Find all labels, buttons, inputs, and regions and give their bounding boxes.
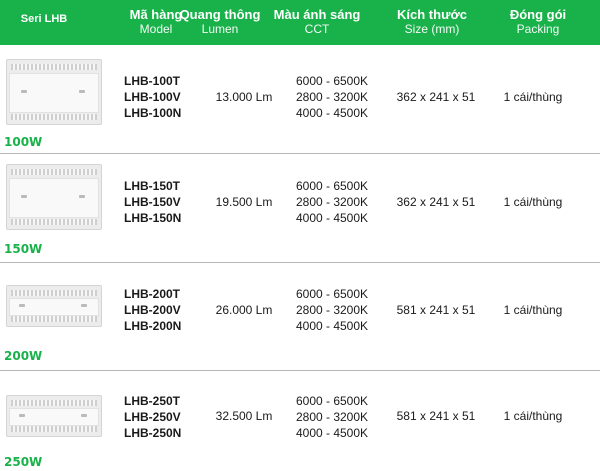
size-value: 362 x 241 x 51 <box>396 90 476 104</box>
packing-value: 1 cái/thùng <box>503 195 563 209</box>
model-code: LHB-100V <box>124 90 181 104</box>
packing-header-en: Packing <box>516 22 560 36</box>
model-list: LHB-150T LHB-150V LHB-150N <box>124 178 202 226</box>
cct-list: 6000 - 6500K 2800 - 3200K 4000 - 4500K <box>283 73 381 121</box>
cct-list: 6000 - 6500K 2800 - 3200K 4000 - 4500K <box>283 178 381 226</box>
model-code: LHB-150V <box>124 195 181 209</box>
model-code: LHB-150N <box>124 211 182 225</box>
model-code: LHB-250T <box>124 394 181 408</box>
cct-header-vi: Màu ánh sáng <box>273 7 361 22</box>
lumen-value: 26.000 Lm <box>215 303 273 317</box>
size-value: 362 x 241 x 51 <box>396 195 476 209</box>
table-row: 200W LHB-200T LHB-200V LHB-200N 26.000 L… <box>0 263 600 371</box>
cct-value: 2800 - 3200K <box>295 303 369 317</box>
size-header-en: Size (mm) <box>404 22 460 36</box>
model-list: LHB-250T LHB-250V LHB-250N <box>124 393 202 441</box>
model-code: LHB-150T <box>124 179 181 193</box>
cct-value: 4000 - 4500K <box>295 106 369 120</box>
cct-value: 6000 - 6500K <box>295 394 369 408</box>
packing-header: Đóng gói Packing <box>493 7 583 37</box>
wattage-label: 150W <box>4 242 43 256</box>
model-code: LHB-250N <box>124 426 182 440</box>
cct-value: 4000 - 4500K <box>295 211 369 225</box>
model-list: LHB-200T LHB-200V LHB-200N <box>124 286 202 334</box>
lumen-header: Quang thông Lumen <box>172 7 268 37</box>
wattage-label: 200W <box>4 349 43 363</box>
model-code: LHB-100N <box>124 106 182 120</box>
highbay-lamp-icon <box>6 164 102 230</box>
size-header-vi: Kích thước <box>397 7 467 22</box>
lumen-value: 32.500 Lm <box>215 409 273 423</box>
highbay-lamp-icon <box>6 285 102 327</box>
packing-value: 1 cái/thùng <box>503 409 563 423</box>
cct-value: 6000 - 6500K <box>295 179 369 193</box>
table-header: Seri LHB Mã hàng Model Quang thông Lumen… <box>0 0 600 45</box>
table-row: 150W LHB-150T LHB-150V LHB-150N 19.500 L… <box>0 154 600 262</box>
lumen-header-en: Lumen <box>201 22 239 36</box>
size-value: 581 x 241 x 51 <box>396 409 476 423</box>
size-value: 581 x 241 x 51 <box>396 303 476 317</box>
model-code: LHB-250V <box>124 410 181 424</box>
lumen-header-vi: Quang thông <box>179 7 261 22</box>
wattage-label: 100W <box>4 135 43 149</box>
model-code: LHB-200N <box>124 319 182 333</box>
series-header: Seri LHB <box>20 13 68 25</box>
cct-value: 2800 - 3200K <box>295 410 369 424</box>
packing-header-vi: Đóng gói <box>509 7 567 22</box>
cct-value: 2800 - 3200K <box>295 90 369 104</box>
table-row: 100W LHB-100T LHB-100V LHB-100N 13.000 L… <box>0 45 600 153</box>
cct-value: 6000 - 6500K <box>295 74 369 88</box>
cct-value: 4000 - 4500K <box>295 319 369 333</box>
cct-header-en: CCT <box>304 22 330 36</box>
cct-header: Màu ánh sáng CCT <box>268 7 366 37</box>
cct-list: 6000 - 6500K 2800 - 3200K 4000 - 4500K <box>283 286 381 334</box>
wattage-label: 250W <box>4 455 43 469</box>
model-code: LHB-200V <box>124 303 181 317</box>
size-header: Kích thước Size (mm) <box>384 7 480 37</box>
packing-value: 1 cái/thùng <box>503 90 563 104</box>
cct-list: 6000 - 6500K 2800 - 3200K 4000 - 4500K <box>283 393 381 441</box>
cct-value: 2800 - 3200K <box>295 195 369 209</box>
lumen-value: 19.500 Lm <box>215 195 273 209</box>
table-row: 250W LHB-250T LHB-250V LHB-250N 32.500 L… <box>0 371 600 471</box>
model-list: LHB-100T LHB-100V LHB-100N <box>124 73 202 121</box>
cct-value: 6000 - 6500K <box>295 287 369 301</box>
cct-value: 4000 - 4500K <box>295 426 369 440</box>
model-code: LHB-100T <box>124 74 181 88</box>
packing-value: 1 cái/thùng <box>503 303 563 317</box>
model-code: LHB-200T <box>124 287 181 301</box>
lumen-value: 13.000 Lm <box>215 90 273 104</box>
highbay-lamp-icon <box>6 59 102 125</box>
highbay-lamp-icon <box>6 395 102 437</box>
